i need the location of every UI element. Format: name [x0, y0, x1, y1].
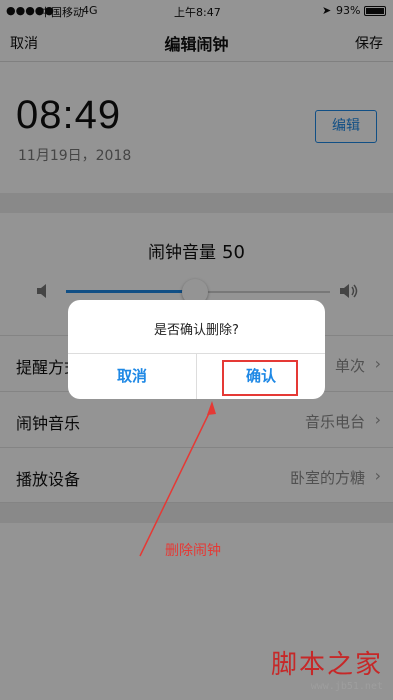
watermark-title: 脚本之家: [270, 650, 383, 680]
annotation-label: 删除闹钟: [165, 543, 221, 559]
watermark-url: www.jb51.net: [310, 681, 383, 692]
annotation-arrow: [139, 401, 216, 557]
watermark: 脚本之家 www.jb51.net: [271, 644, 383, 692]
